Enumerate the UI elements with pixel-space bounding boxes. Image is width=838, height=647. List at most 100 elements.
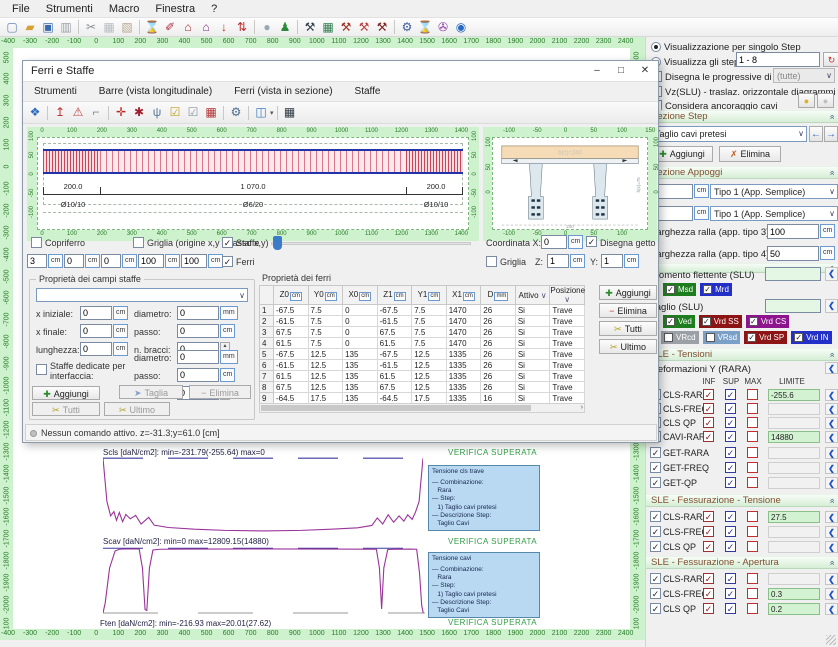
- column-header-y1[interactable]: Y1cm: [412, 286, 447, 305]
- ferri-aggiungi-button[interactable]: ✚Aggiungi: [599, 285, 657, 300]
- table-cell[interactable]: 26: [481, 305, 516, 316]
- apply-limit-button[interactable]: ❮: [825, 389, 838, 401]
- ferri-tutti-button[interactable]: ✂Tutti: [599, 321, 657, 336]
- minimize-button[interactable]: –: [585, 61, 609, 81]
- save-icon[interactable]: ▣: [39, 19, 57, 36]
- table-cell[interactable]: 7.5: [308, 316, 343, 327]
- collapse-icon[interactable]: »: [825, 560, 837, 565]
- table-cell[interactable]: -64.5: [274, 393, 309, 404]
- table-cell[interactable]: -67.5: [274, 305, 309, 316]
- collapse-icon[interactable]: »: [825, 352, 837, 357]
- max-checkbox[interactable]: [747, 447, 758, 458]
- table-cell[interactable]: 1335: [446, 360, 481, 371]
- pen-red-icon[interactable]: ✐: [161, 19, 179, 36]
- steps-range-input[interactable]: [736, 52, 820, 67]
- momento-value-input[interactable]: [765, 267, 821, 281]
- table-cell[interactable]: 0: [343, 338, 378, 349]
- sup-checkbox[interactable]: ✓: [725, 389, 736, 400]
- row-enabled-checkbox[interactable]: ✓: [650, 526, 661, 537]
- progressive-select[interactable]: (tutte): [773, 68, 835, 83]
- table-cell[interactable]: 61.5: [377, 371, 412, 382]
- table-row[interactable]: 2-61.57.50-61.57.5147026SiTrave: [260, 316, 585, 327]
- sup-checkbox[interactable]: ✓: [725, 588, 736, 599]
- inf-checkbox[interactable]: ✓: [703, 573, 714, 584]
- arrow-down-red-icon[interactable]: ↓: [215, 19, 233, 36]
- verifica-chip-vrd-ss[interactable]: ✓Vrd SS: [699, 315, 742, 328]
- apply-limit-button[interactable]: ❮: [825, 417, 838, 429]
- sup-checkbox[interactable]: ✓: [725, 417, 736, 428]
- chip-checkbox[interactable]: ✓: [666, 285, 675, 294]
- dialog-titlebar[interactable]: Ferri e Staffe: [23, 61, 658, 82]
- grid-green-icon[interactable]: ▦: [319, 19, 337, 36]
- branch-icon[interactable]: ψ: [148, 104, 166, 121]
- menu-item-macro[interactable]: Macro: [101, 2, 148, 16]
- table-row[interactable]: 367.57.5067.57.5147026SiTrave: [260, 327, 585, 338]
- staffe-taglia-button[interactable]: ➤Taglia: [119, 385, 183, 399]
- max-checkbox[interactable]: [747, 526, 758, 537]
- grid-input-4[interactable]: [181, 254, 207, 268]
- support1-type-select[interactable]: Tipo 1 (App. Semplice): [710, 184, 838, 199]
- table-row[interactable]: 6-61.512.5135-61.512.5133526SiTrave: [260, 360, 585, 371]
- beam-body[interactable]: [43, 149, 463, 174]
- grid-input-2[interactable]: [101, 254, 121, 268]
- dropdown-caret-icon[interactable]: ▾: [270, 109, 274, 117]
- chip-checkbox[interactable]: ✓: [666, 317, 675, 326]
- limite-value[interactable]: [768, 447, 820, 459]
- inf-checkbox[interactable]: ✓: [703, 588, 714, 599]
- limite-value[interactable]: [768, 526, 820, 538]
- section-view[interactable]: -100-50050100150 -100-50050100 100500 10…: [483, 127, 657, 241]
- verifica-chip-msd[interactable]: ✓Msd: [663, 283, 696, 296]
- spiral-icon[interactable]: ✇: [434, 19, 452, 36]
- row-enabled-checkbox[interactable]: ✓: [650, 447, 661, 458]
- table-cell[interactable]: 61.5: [274, 338, 309, 349]
- inf-checkbox[interactable]: ✓: [703, 431, 714, 442]
- cut-icon[interactable]: ✂: [82, 19, 100, 36]
- supports-section-header[interactable]: Sezione Appoggi»: [646, 166, 838, 179]
- griglia-xy-checkbox[interactable]: [133, 237, 144, 248]
- hourglass-check-icon[interactable]: ⌛: [416, 19, 434, 36]
- limite-value[interactable]: 0.3: [768, 588, 820, 600]
- verifica-chip-vrd-sp[interactable]: ✓Vrd SP: [744, 331, 787, 344]
- column-header-attivo[interactable]: Attivo ∨: [515, 286, 550, 305]
- house-purple-icon[interactable]: ⌂: [197, 19, 215, 36]
- limite-value[interactable]: [768, 573, 820, 585]
- table-cell[interactable]: 1470: [446, 316, 481, 327]
- table-cell[interactable]: Si: [515, 305, 550, 316]
- table-cell[interactable]: Trave: [550, 349, 585, 360]
- verifica-chip-vrsd[interactable]: VRsd: [703, 331, 741, 344]
- table-cell[interactable]: Si: [515, 338, 550, 349]
- table-cell[interactable]: 67.5: [377, 327, 412, 338]
- coordinata-x-input[interactable]: [541, 235, 567, 249]
- chip-checkbox[interactable]: [664, 333, 673, 342]
- staffe-slider-handle[interactable]: [273, 236, 282, 250]
- step-delete-button[interactable]: ✗Elimina: [719, 146, 781, 162]
- dialog-menu-item-staffe[interactable]: Staffe: [344, 85, 392, 98]
- table-row[interactable]: 1-67.57.50-67.57.5147026SiTrave: [260, 305, 585, 316]
- column-header-x1[interactable]: X1cm: [446, 286, 481, 305]
- table-cell[interactable]: 0: [343, 316, 378, 327]
- x-finale-input[interactable]: [80, 324, 112, 338]
- stirrup-zone-middle[interactable]: [100, 151, 406, 172]
- table-cell[interactable]: -67.5: [274, 349, 309, 360]
- ferri-ultimo-button[interactable]: ✂Ultimo: [599, 339, 657, 354]
- sphere-icon[interactable]: ●: [258, 19, 276, 36]
- taglio-value-input[interactable]: [765, 299, 821, 313]
- hourglass-icon[interactable]: ⌛: [143, 19, 161, 36]
- table-cell[interactable]: 7.5: [412, 338, 447, 349]
- next-step-button[interactable]: →: [824, 126, 838, 142]
- table-cell[interactable]: Si: [515, 371, 550, 382]
- chip-checkbox[interactable]: ✓: [794, 333, 803, 342]
- table-cell[interactable]: 12.5: [308, 382, 343, 393]
- table-cell[interactable]: 1470: [446, 327, 481, 338]
- table-cell[interactable]: 67.5: [377, 382, 412, 393]
- sup-checkbox[interactable]: ✓: [725, 541, 736, 552]
- table-cell[interactable]: 7.5: [412, 305, 447, 316]
- staffe-field-select[interactable]: [36, 288, 248, 302]
- table-cell[interactable]: 26: [481, 382, 516, 393]
- bar-point-icon[interactable]: ✱: [130, 104, 148, 121]
- table-cell[interactable]: Si: [515, 393, 550, 404]
- axe-red-icon[interactable]: ⚒: [355, 19, 373, 36]
- print-icon[interactable]: ▥: [57, 19, 75, 36]
- inf-checkbox[interactable]: ✓: [703, 511, 714, 522]
- copy-icon[interactable]: ▦: [100, 19, 118, 36]
